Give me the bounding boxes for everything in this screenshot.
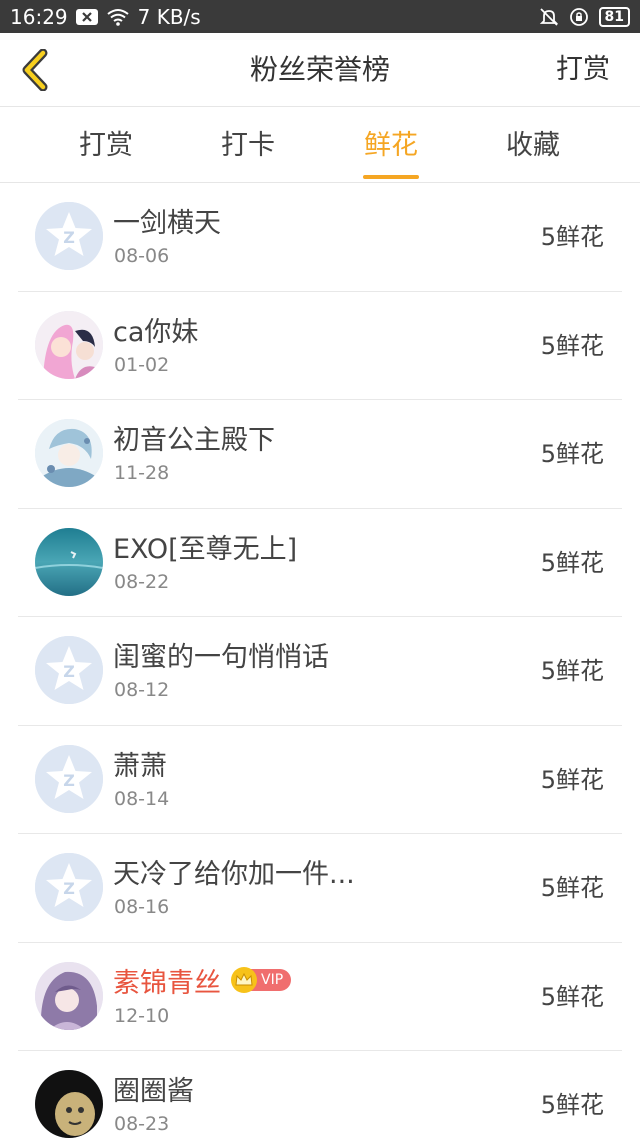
list-item[interactable]: 素锦青丝 VIP 12-10 5鲜花 xyxy=(18,943,622,1051)
fan-name: 圈圈酱 xyxy=(113,1076,194,1107)
ocean-scene-avatar xyxy=(35,527,103,596)
fan-name: 闺蜜的一句悄悄话 xyxy=(113,642,329,673)
default-star-avatar: Z xyxy=(35,202,103,270)
default-star-avatar: Z xyxy=(35,744,103,813)
network-speed: 7 KB/s xyxy=(137,4,201,29)
list-item[interactable]: 初音公主殿下 11-28 5鲜花 xyxy=(18,400,622,509)
default-star-avatar: Z xyxy=(35,853,103,921)
list-item[interactable]: Z 一剑横天 08-06 5鲜花 xyxy=(18,183,622,292)
fan-date: 08-12 xyxy=(114,679,170,701)
fan-name: 一剑横天 xyxy=(113,208,221,239)
fan-date: 01-02 xyxy=(114,353,170,376)
svg-text:Z: Z xyxy=(63,228,75,247)
list-item[interactable]: EXO[至尊无上] 08-22 5鲜花 xyxy=(18,509,622,617)
tab-flowers[interactable]: 鲜花 xyxy=(351,107,431,183)
tab-favorites[interactable]: 收藏 xyxy=(493,107,573,183)
crown-icon xyxy=(231,967,257,993)
fan-amount: 5鲜花 xyxy=(540,1091,604,1119)
fan-amount: 5鲜花 xyxy=(540,331,604,360)
list-item[interactable]: Z 天冷了给你加一件... 08-16 5鲜花 xyxy=(18,834,622,943)
list-item[interactable]: ca你妹 01-02 5鲜花 xyxy=(18,292,622,400)
active-tab-indicator xyxy=(363,175,419,179)
tab-checkin[interactable]: 打卡 xyxy=(208,107,288,183)
fan-name: 素锦青丝 xyxy=(113,967,221,999)
meme-face-avatar xyxy=(35,1070,103,1138)
fan-date: 08-22 xyxy=(114,570,170,593)
tab-bar: 打赏 打卡 鲜花 收藏 xyxy=(0,107,640,183)
svg-text:Z: Z xyxy=(63,879,75,898)
status-time: 16:29 xyxy=(10,4,68,29)
mute-bell-icon xyxy=(539,7,559,27)
fan-amount: 5鲜花 xyxy=(540,440,604,468)
fan-date: 08-16 xyxy=(114,896,170,918)
svg-text:Z: Z xyxy=(63,662,75,681)
vip-badge: VIP xyxy=(231,967,292,993)
list-item[interactable]: 圈圈酱 08-23 5鲜花 xyxy=(18,1051,622,1138)
fan-name: ca你妹 xyxy=(113,316,199,348)
anime-blue-hair-avatar xyxy=(35,419,103,487)
fan-amount: 5鲜花 xyxy=(540,548,604,577)
fan-amount: 5鲜花 xyxy=(540,874,604,902)
fan-name: 天冷了给你加一件... xyxy=(113,859,355,890)
fan-date: 08-23 xyxy=(114,1113,170,1135)
default-star-avatar: Z xyxy=(35,636,103,704)
fan-list: Z 一剑横天 08-06 5鲜花 ca你妹 01-02 5鲜花 初音公主殿下 1… xyxy=(0,183,640,1138)
fan-amount: 5鲜花 xyxy=(540,223,604,251)
anime-pink-hair-avatar xyxy=(35,310,103,379)
wifi-icon xyxy=(106,8,130,26)
fan-amount: 5鲜花 xyxy=(540,657,604,685)
battery-indicator: 81 xyxy=(598,6,630,27)
fan-name: 萧萧 xyxy=(113,750,167,782)
status-bar: 16:29 7 KB/s 81 xyxy=(0,0,640,33)
fan-date: 08-14 xyxy=(114,787,170,810)
fan-name: 初音公主殿下 xyxy=(113,425,275,456)
rotation-lock-icon xyxy=(569,7,589,27)
fan-date: 11-28 xyxy=(114,462,170,484)
fan-amount: 5鲜花 xyxy=(540,765,604,794)
fan-amount: 5鲜花 xyxy=(540,982,604,1011)
list-item[interactable]: Z 萧萧 08-14 5鲜花 xyxy=(18,726,622,834)
page-title: 粉丝荣誉榜 xyxy=(249,53,390,86)
list-item[interactable]: Z 闺蜜的一句悄悄话 08-12 5鲜花 xyxy=(18,617,622,726)
svg-text:Z: Z xyxy=(63,771,75,790)
header-bar: 粉丝荣誉榜 打赏 xyxy=(0,33,640,107)
fan-date: 12-10 xyxy=(114,1004,170,1027)
fan-date: 08-06 xyxy=(114,245,170,267)
tab-reward[interactable]: 打赏 xyxy=(66,107,146,183)
reward-button[interactable]: 打赏 xyxy=(556,33,610,107)
fan-name: EXO[至尊无上] xyxy=(113,533,298,565)
notification-close-icon xyxy=(75,8,98,25)
anime-purple-hair-avatar xyxy=(35,961,103,1030)
